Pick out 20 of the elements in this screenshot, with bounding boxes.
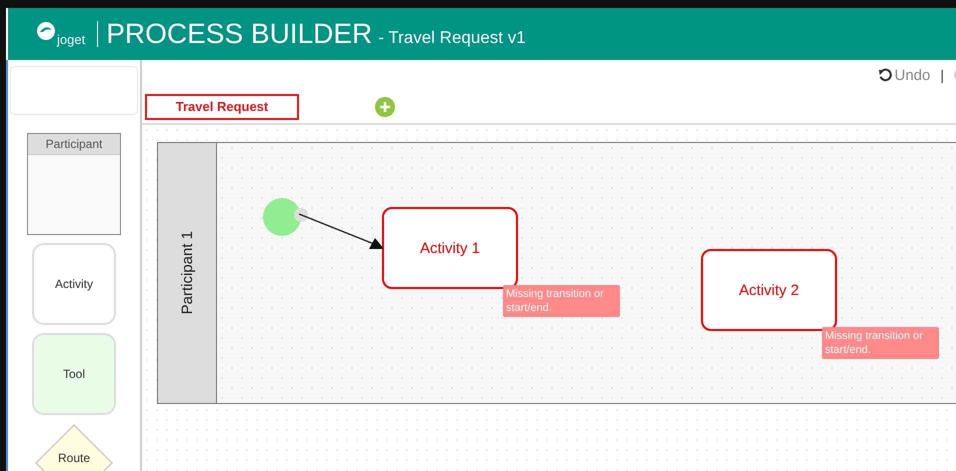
warning-tooltip: Missing transition or start/end. [822, 327, 939, 359]
undo-button[interactable]: Undo [878, 66, 930, 84]
undo-icon [878, 68, 892, 82]
add-icon[interactable] [375, 96, 395, 116]
process-name: - Travel Request v1 [378, 28, 526, 48]
lane-name: Participant 1 [178, 231, 196, 315]
participant-tool[interactable]: Participant [27, 132, 121, 236]
route-label: Route [56, 450, 92, 465]
app-title: PROCESS BUILDER [106, 18, 372, 50]
activity-node[interactable]: Activity 1 [382, 207, 518, 289]
process-tab[interactable]: Travel Request [145, 94, 299, 120]
activity-node[interactable]: Activity 2 [701, 249, 837, 331]
participant-label: Participant [28, 134, 120, 155]
tool-tool[interactable]: Tool [32, 332, 116, 415]
activity-tool[interactable]: Activity [32, 243, 116, 325]
toolbar-separator: | [940, 67, 944, 83]
logo-text: joget [57, 32, 86, 47]
warning-tooltip: Missing transition or start/end. [503, 285, 620, 317]
start-node-icon[interactable] [263, 198, 311, 238]
logo-icon [36, 21, 56, 41]
